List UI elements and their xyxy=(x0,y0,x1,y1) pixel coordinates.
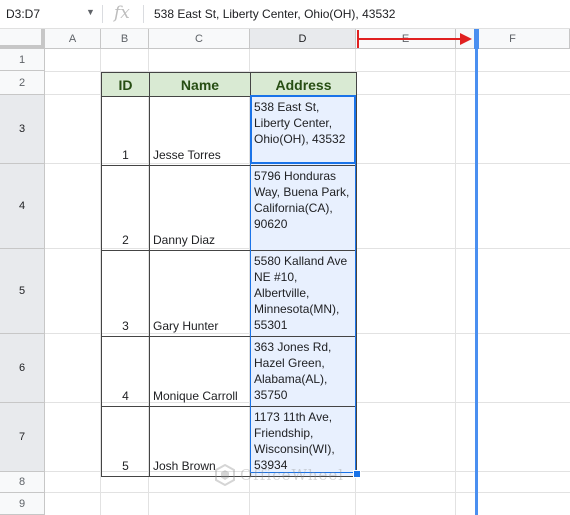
row-header-2[interactable]: 2 xyxy=(0,71,45,95)
row-header-3[interactable]: 3 xyxy=(0,95,45,164)
cell-id[interactable]: 2 xyxy=(101,165,150,251)
column-header-a[interactable]: A xyxy=(45,29,101,49)
column-resize-guide[interactable] xyxy=(475,29,478,515)
cell-address[interactable]: 5580 Kalland Ave NE #10, Albertville, Mi… xyxy=(250,250,357,337)
watermark: OfficeWheel xyxy=(214,464,344,486)
divider xyxy=(143,5,144,23)
row-header-7[interactable]: 7 xyxy=(0,403,45,472)
officewheel-logo-icon xyxy=(215,464,235,486)
cell-name[interactable]: Gary Hunter xyxy=(149,250,251,337)
row-header-4[interactable]: 4 xyxy=(0,164,45,249)
fill-handle[interactable] xyxy=(353,470,361,478)
row-header-8[interactable]: 8 xyxy=(0,472,45,493)
column-header-b[interactable]: B xyxy=(101,29,149,49)
table-row: 4 Monique Carroll 363 Jones Rd, Hazel Gr… xyxy=(101,336,357,407)
cell-name[interactable]: Jesse Torres xyxy=(149,96,251,166)
chevron-down-icon[interactable]: ▼ xyxy=(86,7,95,17)
row-header-9[interactable]: 9 xyxy=(0,493,45,515)
watermark-text: OfficeWheel xyxy=(240,466,345,484)
cell-id[interactable]: 3 xyxy=(101,250,150,337)
row-header-6[interactable]: 6 xyxy=(0,334,45,403)
row-header-1[interactable]: 1 xyxy=(0,49,45,71)
table-header-row: ID Name Address xyxy=(101,72,357,97)
cell-id[interactable]: 5 xyxy=(101,406,150,477)
header-name[interactable]: Name xyxy=(149,72,251,97)
active-cell xyxy=(250,95,356,164)
divider xyxy=(102,5,103,23)
cell-id[interactable]: 1 xyxy=(101,96,150,166)
formula-bar: D3:D7 ▼ fx 538 East St, Liberty Center, … xyxy=(0,0,570,29)
row-header-5[interactable]: 5 xyxy=(0,249,45,334)
formula-input[interactable]: 538 East St, Liberty Center, Ohio(OH), 4… xyxy=(154,7,395,21)
column-header-c[interactable]: C xyxy=(149,29,250,49)
cell-name[interactable]: Danny Diaz xyxy=(149,165,251,251)
header-address[interactable]: Address xyxy=(250,72,357,97)
arrow-right-icon xyxy=(357,30,472,48)
table-row: 2 Danny Diaz 5796 Honduras Way, Buena Pa… xyxy=(101,165,357,251)
header-id[interactable]: ID xyxy=(101,72,150,97)
cell-address[interactable]: 363 Jones Rd, Hazel Green, Alabama(AL), … xyxy=(250,336,357,407)
function-icon: fx xyxy=(114,3,130,23)
name-box[interactable]: D3:D7 ▼ xyxy=(0,0,100,28)
name-box-value: D3:D7 xyxy=(6,7,41,21)
select-all-corner[interactable] xyxy=(0,29,45,49)
cell-name[interactable]: Monique Carroll xyxy=(149,336,251,407)
cell-address[interactable]: 5796 Honduras Way, Buena Park, Californi… xyxy=(250,165,357,251)
table-row: 3 Gary Hunter 5580 Kalland Ave NE #10, A… xyxy=(101,250,357,337)
column-header-d[interactable]: D xyxy=(250,29,356,49)
cell-id[interactable]: 4 xyxy=(101,336,150,407)
